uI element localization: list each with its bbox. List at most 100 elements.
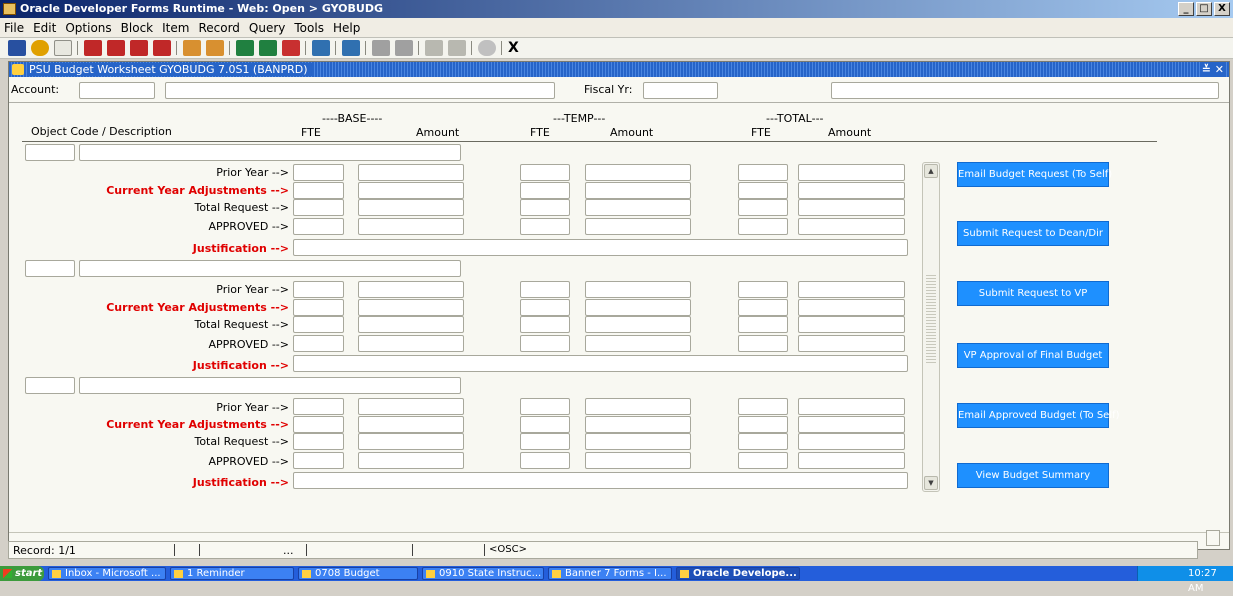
current-total-fte[interactable] xyxy=(738,182,788,199)
approved-temp-fte[interactable] xyxy=(520,218,570,235)
insert-record-icon[interactable] xyxy=(236,40,254,56)
menu-options[interactable]: Options xyxy=(65,21,111,35)
current-temp-fte[interactable] xyxy=(520,299,570,316)
email-approved-budget-button[interactable]: Email Approved Budget (To Self) xyxy=(957,403,1120,428)
remove-record-icon[interactable] xyxy=(259,40,277,56)
execute-query-icon[interactable] xyxy=(206,40,224,56)
justification-field[interactable] xyxy=(293,472,908,489)
current-base-fte[interactable] xyxy=(293,416,344,433)
approved-base-fte[interactable] xyxy=(293,218,344,235)
approved-total-fte[interactable] xyxy=(738,218,788,235)
prior-total-fte[interactable] xyxy=(738,398,788,415)
total-total-fte[interactable] xyxy=(738,199,788,216)
current-temp-fte[interactable] xyxy=(520,416,570,433)
clock[interactable]: 10:27 AM xyxy=(1188,568,1217,594)
submit-to-dean-button[interactable]: Submit Request to Dean/Dir xyxy=(957,221,1109,246)
prior-total-fte[interactable] xyxy=(738,164,788,181)
start-button[interactable]: start xyxy=(0,566,44,581)
paste-icon[interactable] xyxy=(372,40,390,56)
total-base-amount[interactable] xyxy=(358,316,464,333)
previous-block-icon[interactable] xyxy=(84,40,102,56)
form-window-controls[interactable]: ≚ ✕ xyxy=(1199,62,1226,77)
object-code-field[interactable] xyxy=(25,260,75,277)
account-description-field[interactable] xyxy=(165,82,555,99)
prior-base-fte[interactable] xyxy=(293,164,344,181)
current-temp-amount[interactable] xyxy=(585,299,691,316)
total-total-fte[interactable] xyxy=(738,316,788,333)
current-base-amount[interactable] xyxy=(358,416,464,433)
prior-temp-amount[interactable] xyxy=(585,398,691,415)
taskbar-item-budget-folder[interactable]: 0708 Budget xyxy=(298,567,418,580)
print-icon[interactable] xyxy=(312,40,330,56)
scroll-up-icon[interactable]: ▲ xyxy=(924,164,938,178)
menu-file[interactable]: File xyxy=(4,21,24,35)
total-temp-amount[interactable] xyxy=(585,199,691,216)
exit-button[interactable]: X xyxy=(508,40,519,56)
scroll-down-icon[interactable]: ▼ xyxy=(924,476,938,490)
object-description-field[interactable] xyxy=(79,260,461,277)
menu-tools[interactable]: Tools xyxy=(294,21,324,35)
taskbar-item-word-doc[interactable]: 0910 State Instruc... xyxy=(422,567,544,580)
menu-item[interactable]: Item xyxy=(162,21,189,35)
object-code-field[interactable] xyxy=(25,377,75,394)
approved-base-fte[interactable] xyxy=(293,452,344,469)
taskbar-item-oracle-developer[interactable]: Oracle Develope... xyxy=(676,567,800,580)
approved-temp-fte[interactable] xyxy=(520,335,570,352)
approved-base-amount[interactable] xyxy=(358,335,464,352)
menu-edit[interactable]: Edit xyxy=(33,21,56,35)
approved-total-fte[interactable] xyxy=(738,335,788,352)
total-total-fte[interactable] xyxy=(738,433,788,450)
total-base-fte[interactable] xyxy=(293,433,344,450)
prior-total-amount[interactable] xyxy=(798,398,905,415)
current-total-fte[interactable] xyxy=(738,299,788,316)
email-budget-request-button[interactable]: Email Budget Request (To Self) xyxy=(957,162,1112,187)
current-total-fte[interactable] xyxy=(738,416,788,433)
prior-temp-amount[interactable] xyxy=(585,281,691,298)
approved-base-amount[interactable] xyxy=(358,218,464,235)
account-code-field[interactable] xyxy=(79,82,155,99)
prior-base-amount[interactable] xyxy=(358,281,464,298)
taskbar-item-reminder[interactable]: 1 Reminder xyxy=(170,567,294,580)
current-base-fte[interactable] xyxy=(293,182,344,199)
current-temp-fte[interactable] xyxy=(520,182,570,199)
next-record-icon[interactable] xyxy=(153,40,171,56)
object-description-field[interactable] xyxy=(79,144,461,161)
object-code-field[interactable] xyxy=(25,144,75,161)
current-base-fte[interactable] xyxy=(293,299,344,316)
current-total-amount[interactable] xyxy=(798,416,905,433)
current-base-amount[interactable] xyxy=(358,299,464,316)
prior-temp-fte[interactable] xyxy=(520,164,570,181)
total-temp-amount[interactable] xyxy=(585,316,691,333)
current-temp-amount[interactable] xyxy=(585,416,691,433)
maximize-button[interactable]: □ xyxy=(1196,2,1212,16)
prior-base-fte[interactable] xyxy=(293,398,344,415)
prior-total-fte[interactable] xyxy=(738,281,788,298)
approved-total-amount[interactable] xyxy=(798,218,905,235)
record-scrollbar[interactable]: ▲ ▼ xyxy=(922,162,940,492)
prior-temp-fte[interactable] xyxy=(520,398,570,415)
previous-record-icon[interactable] xyxy=(130,40,148,56)
approved-total-fte[interactable] xyxy=(738,452,788,469)
prior-base-amount[interactable] xyxy=(358,398,464,415)
total-temp-amount[interactable] xyxy=(585,433,691,450)
vp-approval-button[interactable]: VP Approval of Final Budget xyxy=(957,343,1109,368)
about-icon[interactable] xyxy=(448,40,466,56)
print-icon[interactable] xyxy=(54,40,72,56)
object-description-field[interactable] xyxy=(79,377,461,394)
prior-total-amount[interactable] xyxy=(798,281,905,298)
submit-to-vp-button[interactable]: Submit Request to VP xyxy=(957,281,1109,306)
approved-base-fte[interactable] xyxy=(293,335,344,352)
approved-temp-fte[interactable] xyxy=(520,452,570,469)
total-temp-fte[interactable] xyxy=(520,199,570,216)
save-icon[interactable] xyxy=(8,40,26,56)
approved-temp-amount[interactable] xyxy=(585,218,691,235)
approved-base-amount[interactable] xyxy=(358,452,464,469)
scroll-thumb[interactable] xyxy=(926,273,936,363)
current-base-amount[interactable] xyxy=(358,182,464,199)
prior-total-amount[interactable] xyxy=(798,164,905,181)
total-base-amount[interactable] xyxy=(358,433,464,450)
close-button[interactable]: X xyxy=(1214,2,1230,16)
total-base-amount[interactable] xyxy=(358,199,464,216)
copy-icon[interactable] xyxy=(342,40,360,56)
approved-total-amount[interactable] xyxy=(798,452,905,469)
